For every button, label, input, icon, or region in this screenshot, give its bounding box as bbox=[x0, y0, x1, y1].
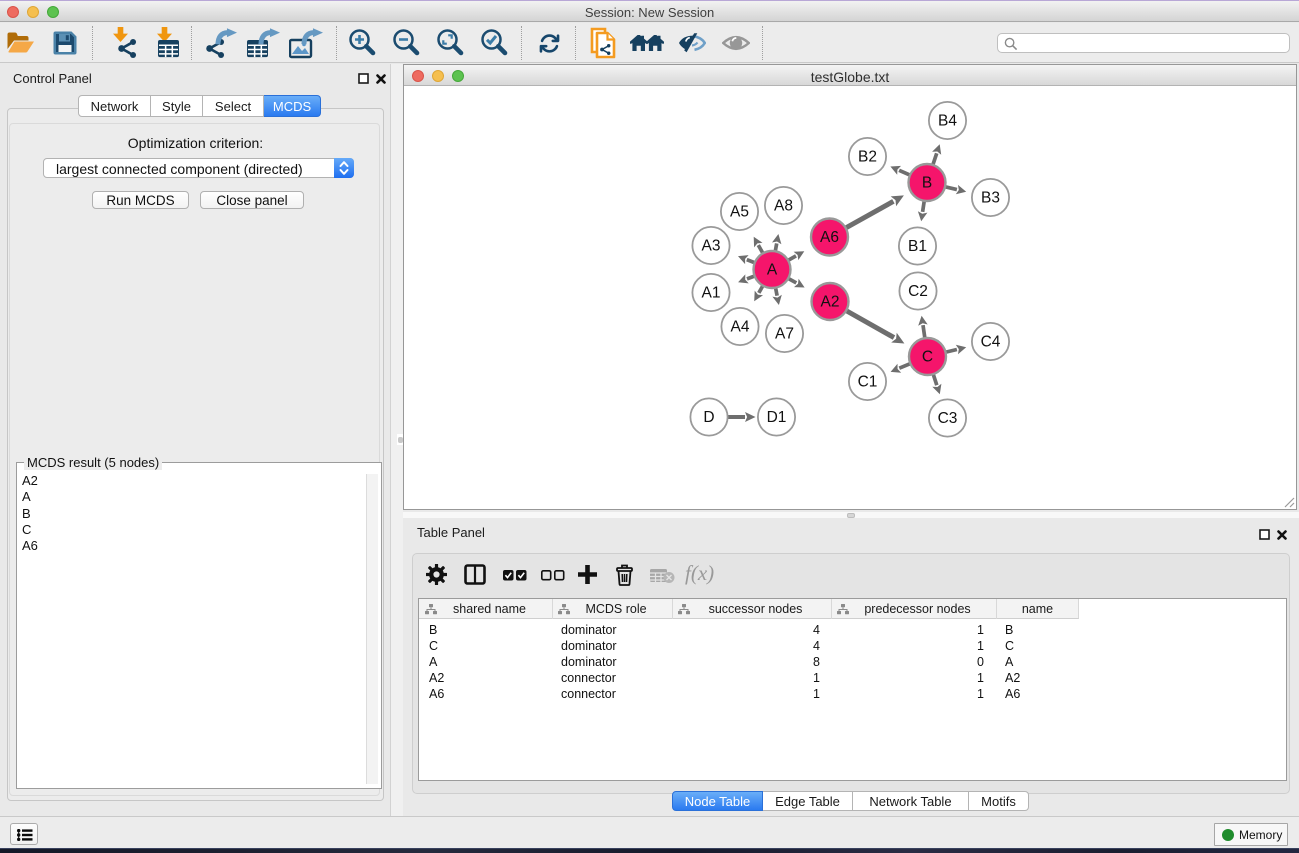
svg-text:C: C bbox=[922, 349, 933, 366]
svg-text:B1: B1 bbox=[908, 238, 927, 255]
svg-text:C3: C3 bbox=[938, 410, 958, 427]
svg-text:A1: A1 bbox=[702, 285, 721, 302]
svg-text:A6: A6 bbox=[820, 229, 839, 246]
svg-text:D1: D1 bbox=[767, 409, 787, 426]
svg-text:D: D bbox=[703, 409, 714, 426]
svg-text:A2: A2 bbox=[821, 294, 840, 311]
svg-text:B4: B4 bbox=[938, 113, 957, 130]
svg-text:A: A bbox=[767, 262, 778, 279]
svg-text:A8: A8 bbox=[774, 198, 793, 215]
svg-text:B3: B3 bbox=[981, 190, 1000, 207]
svg-text:A5: A5 bbox=[730, 204, 749, 221]
svg-text:A3: A3 bbox=[702, 238, 721, 255]
svg-text:B2: B2 bbox=[858, 149, 877, 166]
svg-text:C4: C4 bbox=[981, 334, 1001, 351]
svg-text:A7: A7 bbox=[775, 326, 794, 343]
svg-text:C1: C1 bbox=[858, 374, 878, 391]
svg-text:A4: A4 bbox=[731, 319, 750, 336]
svg-text:B: B bbox=[922, 175, 932, 192]
svg-text:C2: C2 bbox=[908, 283, 928, 300]
